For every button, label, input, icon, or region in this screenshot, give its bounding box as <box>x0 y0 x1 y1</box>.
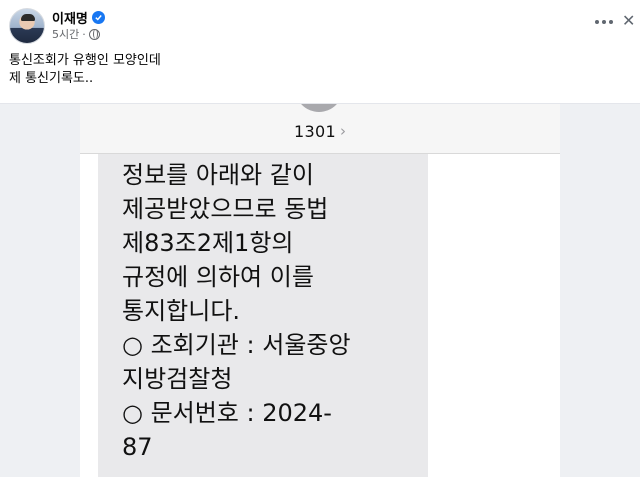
globe-icon[interactable] <box>88 28 100 40</box>
message-line: ○ 조회기관 : 서울중앙 <box>122 331 351 359</box>
post-media[interactable]: 1301 › 정보를 아래와 같이 제공받았으므로 동법 제83조2제1항의 규… <box>0 103 640 477</box>
message-line: 정보를 아래와 같이 <box>122 161 314 189</box>
message-screenshot: 1301 › 정보를 아래와 같이 제공받았으므로 동법 제83조2제1항의 규… <box>80 104 560 477</box>
author-name[interactable]: 이재명 <box>52 8 88 27</box>
more-options-icon[interactable] <box>592 12 616 32</box>
message-line: 지방검찰청 <box>122 365 233 393</box>
post-header: 이재명 5시간 · ✕ <box>0 0 640 48</box>
message-line: ○ 문서번호 : 2024- <box>122 399 332 427</box>
sender-number: 1301 <box>294 121 336 141</box>
meta-separator: · <box>82 27 86 41</box>
message-line: 제83조2제1항의 <box>122 229 294 257</box>
verified-badge-icon <box>91 10 105 24</box>
message-line: 제공받았으므로 동법 <box>122 195 329 223</box>
post-time[interactable]: 5시간 <box>52 26 79 42</box>
post-meta: 5시간 · <box>52 27 100 41</box>
author-row: 이재명 <box>52 8 105 27</box>
message-header: 1301 › <box>80 104 560 154</box>
post-text-line: 제 통신기록도.. <box>9 71 94 86</box>
message-line: 87 <box>122 433 153 461</box>
contact-avatar <box>295 104 343 112</box>
post-text: 통신조회가 유행인 모양인데 제 통신기록도.. <box>9 52 609 88</box>
close-icon[interactable]: ✕ <box>622 10 638 32</box>
chevron-right-icon: › <box>339 121 346 140</box>
message-line: 통지합니다. <box>122 297 241 325</box>
post-text-line: 통신조회가 유행인 모양인데 <box>9 53 161 68</box>
author-avatar[interactable] <box>9 8 45 44</box>
contact-row: 1301 › <box>80 120 560 142</box>
avatar-hair <box>21 14 35 21</box>
message-text: 정보를 아래와 같이 제공받았으므로 동법 제83조2제1항의 규정에 의하여 … <box>122 158 452 464</box>
message-line: 규정에 의하여 이를 <box>122 263 314 291</box>
